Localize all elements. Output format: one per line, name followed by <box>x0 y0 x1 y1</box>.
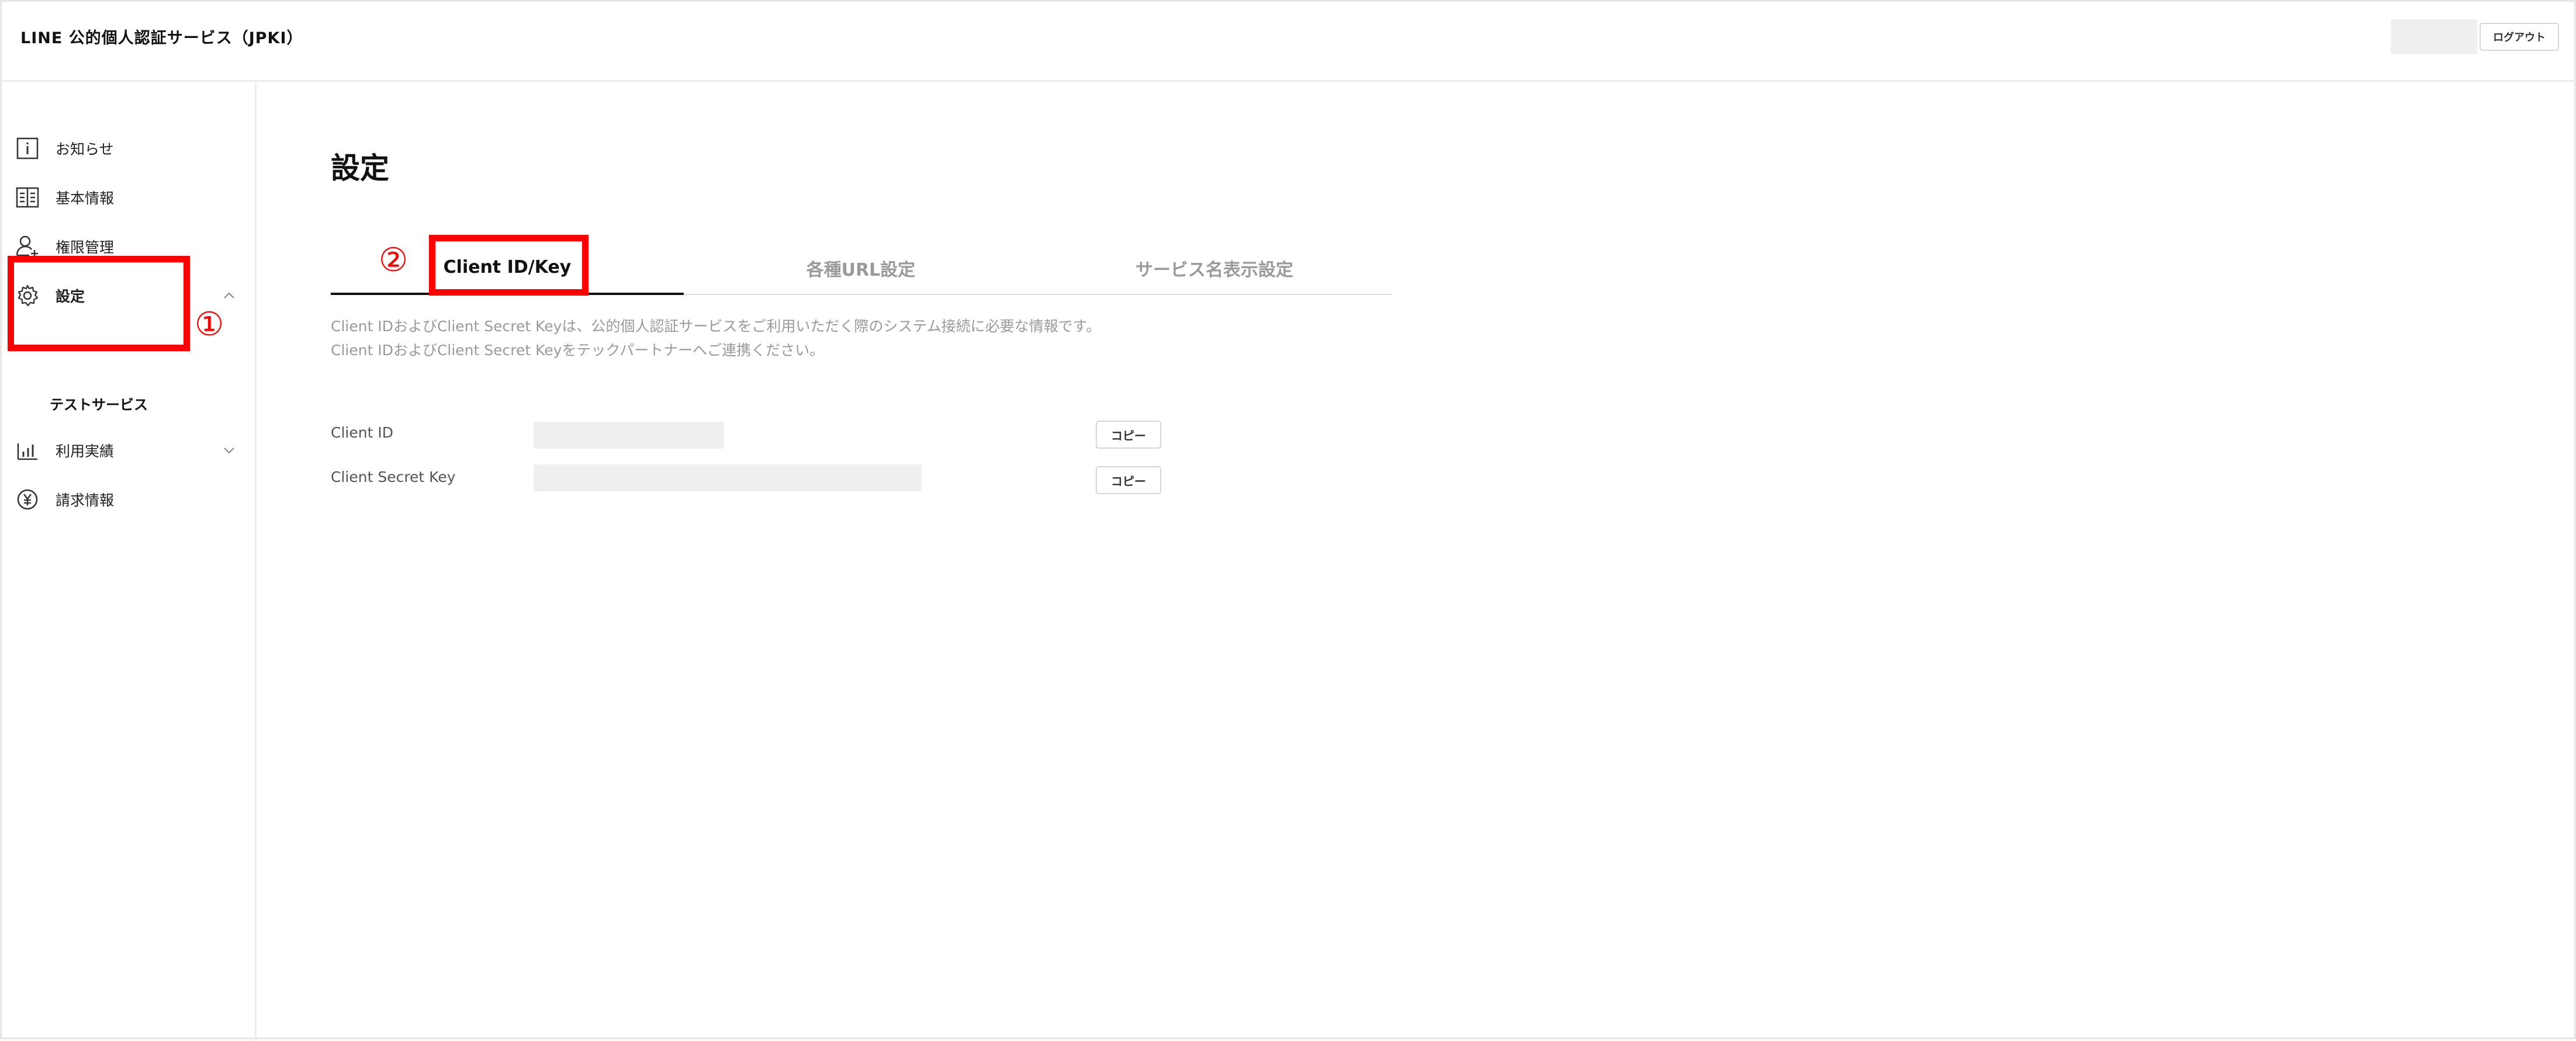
app-title: LINE 公的個人認証サービス（JPKI） <box>20 29 303 47</box>
client-secret-key-value <box>534 464 922 491</box>
description-line: Client IDおよびClient Secret Keyをテックパートナーへご… <box>331 342 825 359</box>
client-id-label: Client ID <box>331 424 393 441</box>
sidebar-subitem-test-service[interactable]: テストサービス <box>50 393 148 414</box>
chevron-down-icon[interactable] <box>221 443 237 458</box>
sidebar-item-label: 権限管理 <box>56 239 115 256</box>
user-avatar-chip[interactable] <box>2391 19 2477 54</box>
sidebar: お知らせ 基本情報 権限管理 設定 テストサービス 利用実績 請求情報 <box>2 84 257 1041</box>
sidebar-item-label: 利用実績 <box>56 443 115 460</box>
sidebar-item-label: お知らせ <box>56 141 114 158</box>
logout-button[interactable]: ログアウト <box>2480 23 2559 51</box>
client-secret-key-label: Client Secret Key <box>331 469 456 485</box>
annotation-marker-2: ② <box>379 241 408 279</box>
page-title: 設定 <box>331 151 389 185</box>
annotation-marker-1: ① <box>195 306 224 343</box>
sidebar-item-usage[interactable]: 利用実績 <box>15 436 237 465</box>
top-header: LINE 公的個人認証サービス（JPKI） ログアウト <box>2 2 2576 82</box>
annotation-box-1 <box>8 256 190 351</box>
copy-client-id-button[interactable]: コピー <box>1096 421 1161 449</box>
tab-url-settings[interactable]: 各種URL設定 <box>684 241 1037 295</box>
sidebar-item-label: 基本情報 <box>56 190 115 207</box>
info-icon <box>15 136 40 161</box>
client-id-value <box>534 422 724 449</box>
sidebar-item-notices[interactable]: お知らせ <box>15 134 237 163</box>
annotation-box-2 <box>429 235 588 296</box>
copy-client-secret-key-button[interactable]: コピー <box>1096 466 1161 494</box>
app-window: LINE 公的個人認証サービス（JPKI） ログアウト お知らせ 基本情報 権限… <box>0 0 2576 1041</box>
tab-service-name-display[interactable]: サービス名表示設定 <box>1038 241 1391 295</box>
book-icon <box>15 185 40 210</box>
bar-chart-icon <box>15 438 40 463</box>
sidebar-item-basic-info[interactable]: 基本情報 <box>15 183 237 212</box>
sidebar-item-billing[interactable]: 請求情報 <box>15 485 237 514</box>
sidebar-item-label: 請求情報 <box>56 492 115 509</box>
description-line: Client IDおよびClient Secret Keyは、公的個人認証サービ… <box>331 318 1101 335</box>
chevron-up-icon[interactable] <box>221 288 237 303</box>
yen-coin-icon <box>15 487 40 512</box>
description-text: Client IDおよびClient Secret Keyは、公的個人認証サービ… <box>331 314 1100 362</box>
